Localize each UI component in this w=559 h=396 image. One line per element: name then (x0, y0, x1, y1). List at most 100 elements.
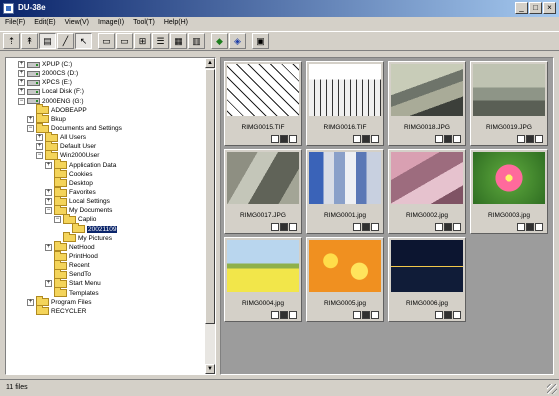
expand-icon[interactable]: + (45, 280, 52, 288)
image-tool-icon[interactable]: ◈ (229, 33, 246, 49)
info-icon[interactable] (444, 311, 452, 319)
photo-office[interactable] (391, 64, 463, 116)
thumbnail-card[interactable]: RIMG0005.jpg (306, 237, 384, 322)
tree-item[interactable]: +2000CS (D:) (6, 69, 205, 78)
thumbnail-card[interactable]: RIMG0017.JPG (224, 149, 302, 234)
photo-orange-flowers[interactable] (309, 240, 381, 292)
scroll-thumb[interactable] (205, 69, 215, 324)
minimize-button[interactable]: _ (515, 2, 528, 14)
view-icon[interactable] (535, 135, 543, 143)
menu-help[interactable]: Help(H) (164, 17, 188, 29)
tree-item[interactable]: + Default User (6, 140, 205, 151)
close-button[interactable]: × (543, 2, 556, 14)
info-icon[interactable] (280, 223, 288, 231)
scroll-up-arrow-icon[interactable]: ▲ (205, 58, 215, 68)
view-icon[interactable] (371, 311, 379, 319)
maximize-button[interactable]: □ (529, 2, 542, 14)
rotate-icon[interactable] (435, 135, 443, 143)
thumbnail-card[interactable]: RIMG0006.jpg (388, 237, 466, 322)
rotate-icon[interactable] (353, 135, 361, 143)
info-icon[interactable] (444, 223, 452, 231)
view-icon[interactable] (371, 223, 379, 231)
view-icon[interactable] (289, 311, 297, 319)
info-icon[interactable] (526, 135, 534, 143)
tree-item[interactable]: + Favorites (6, 186, 205, 197)
tree-item[interactable]: Recent (6, 259, 205, 270)
photo-night-bridge[interactable] (391, 240, 463, 292)
photo-keyboard[interactable] (309, 64, 381, 116)
info-icon[interactable] (444, 135, 452, 143)
rotate-icon[interactable] (353, 223, 361, 231)
tree-item[interactable]: My Pictures (6, 232, 205, 243)
single-view-icon[interactable]: ▭ (98, 33, 115, 49)
photo-office3[interactable] (227, 152, 299, 204)
rotate-icon[interactable] (517, 135, 525, 143)
tree-item[interactable]: + All Users (6, 131, 205, 142)
folder-view-icon[interactable]: ▤ (39, 33, 56, 49)
tree-item[interactable]: − Caplio (6, 213, 205, 224)
go-up-icon[interactable]: ↟ (21, 33, 38, 49)
menu-view[interactable]: View(V) (65, 17, 89, 29)
photo-sketch[interactable] (227, 64, 299, 116)
view-icon[interactable] (453, 135, 461, 143)
expand-icon[interactable]: + (27, 298, 34, 306)
tree-item[interactable]: − Documents and Settings (6, 122, 205, 133)
view-icon[interactable] (289, 223, 297, 231)
thumbnail-card[interactable]: RIMG0002.jpg (388, 149, 466, 234)
expand-icon[interactable]: + (18, 70, 25, 78)
expand-icon[interactable]: + (18, 61, 25, 69)
rotate-icon[interactable] (435, 311, 443, 319)
collapse-icon[interactable]: − (36, 152, 43, 160)
menu-file[interactable]: File(F) (5, 17, 25, 29)
info-icon[interactable] (280, 135, 288, 143)
info-icon[interactable] (526, 223, 534, 231)
tree-item[interactable]: − Win2000User (6, 149, 205, 160)
rotate-icon[interactable] (271, 135, 279, 143)
go-up-folder-icon[interactable]: ⇡ (3, 33, 20, 49)
rotate-icon[interactable] (271, 311, 279, 319)
thumbnail-card[interactable]: RIMG0001.jpg (306, 149, 384, 234)
expand-icon[interactable]: + (36, 143, 43, 151)
expand-icon[interactable]: + (45, 198, 52, 206)
info-icon[interactable] (362, 223, 370, 231)
tree-item[interactable]: Desktop (6, 177, 205, 188)
list-view-icon[interactable]: ☰ (152, 33, 169, 49)
rotate-icon[interactable] (353, 311, 361, 319)
tree-item[interactable]: PrintHood (6, 250, 205, 261)
scroll-down-arrow-icon[interactable]: ▼ (205, 364, 215, 374)
photo-pink-building[interactable] (391, 152, 463, 204)
collapse-icon[interactable]: − (18, 97, 25, 105)
tree-item[interactable]: + Local Disk (F:) (6, 87, 205, 96)
green-camera-icon[interactable]: ◆ (211, 33, 228, 49)
info-icon[interactable] (362, 135, 370, 143)
tree-item[interactable]: + XPCS (E:) (6, 78, 205, 87)
tree-item[interactable]: Cookies (6, 168, 205, 179)
rotate-icon[interactable] (517, 223, 525, 231)
view-icon[interactable] (453, 311, 461, 319)
view-icon[interactable] (371, 135, 379, 143)
expand-icon[interactable]: + (27, 115, 34, 123)
info-icon[interactable] (362, 311, 370, 319)
view-icon[interactable] (453, 223, 461, 231)
thumbnail-card[interactable]: RIMG0003.jpg (470, 149, 548, 234)
tree-scrollbar[interactable]: ▲ ▼ (205, 58, 215, 374)
detail-view-icon[interactable]: ▥ (188, 33, 205, 49)
view-icon[interactable] (535, 223, 543, 231)
info-icon[interactable] (280, 311, 288, 319)
expand-icon[interactable]: + (45, 243, 52, 251)
tree-item[interactable]: + Local Settings (6, 195, 205, 206)
thumbnail-card[interactable]: RIMG0019.JPG (470, 61, 548, 146)
expand-icon[interactable]: + (18, 88, 25, 96)
menu-edit[interactable]: Edit(E) (34, 17, 55, 29)
folder-tree[interactable]: + XPUP (C:) +2000CS (D:) + XPCS (E:) + Local D… (5, 57, 216, 375)
photo-flower[interactable] (473, 152, 545, 204)
view-icon[interactable] (289, 135, 297, 143)
rotate-icon[interactable] (435, 223, 443, 231)
photo-building[interactable] (309, 152, 381, 204)
expand-icon[interactable]: + (18, 79, 25, 87)
expand-icon[interactable]: + (45, 161, 52, 169)
thumbnail-card[interactable]: RIMG0004.jpg (224, 237, 302, 322)
grid-view-icon[interactable]: ⊞ (134, 33, 151, 49)
menu-tool[interactable]: Tool(T) (133, 17, 155, 29)
tree-item[interactable]: + Application Data (6, 159, 205, 170)
